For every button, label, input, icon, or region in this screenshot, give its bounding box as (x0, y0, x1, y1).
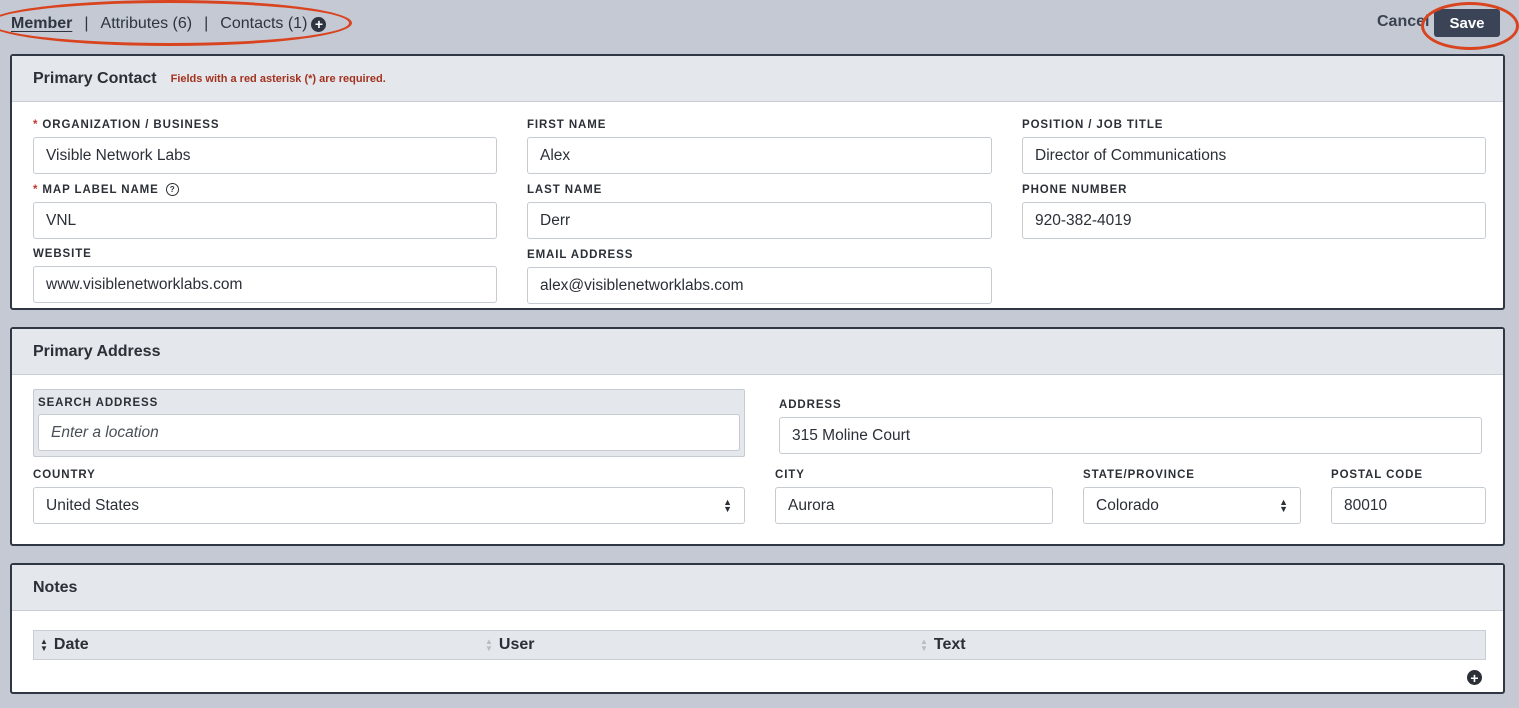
country-label: Country (33, 469, 96, 481)
address-input[interactable]: 315 Moline Court (779, 417, 1482, 454)
panel-title: Primary Address (33, 342, 161, 360)
search-address-input[interactable]: Enter a location (38, 414, 740, 451)
phone-label: Phone Number (1022, 184, 1128, 196)
panel-header: Primary Address (12, 329, 1503, 375)
column-user-label: User (498, 636, 535, 653)
email-field: Email Address alex@visiblenetworklabs.co… (527, 248, 992, 304)
website-label: Website (33, 248, 92, 260)
column-text[interactable]: ▲ ▼ Text (920, 636, 966, 654)
required-asterisk: * (33, 184, 39, 196)
website-field: Website www.visiblenetworklabs.com (33, 247, 497, 303)
position-label: Position / Job Title (1022, 119, 1164, 131)
email-input[interactable]: alex@visiblenetworklabs.com (527, 267, 992, 304)
phone-field: Phone Number 920-382-4019 (1022, 183, 1486, 239)
tab-contacts[interactable]: Contacts (1) (220, 15, 307, 33)
last-name-field: Last Name Derr (527, 183, 992, 239)
sort-icon: ▲ ▼ (40, 637, 48, 653)
organization-input[interactable]: Visible Network Labs (33, 137, 497, 174)
state-label: State/Province (1083, 469, 1195, 481)
search-address-label: Search Address (38, 397, 159, 409)
position-field: Position / Job Title Director of Communi… (1022, 118, 1486, 174)
panel-header: Notes (12, 565, 1503, 611)
sort-icon: ▲ ▼ (920, 637, 928, 653)
required-fields-note: Fields with a red asterisk (*) are requi… (170, 72, 386, 85)
address-field: Address 315 Moline Court (779, 398, 1482, 454)
country-value: United States (46, 496, 140, 514)
postal-code-label: Postal Code (1331, 469, 1423, 481)
sort-icon: ▲ ▼ (485, 637, 493, 653)
select-caret-icon: ▲ ▼ (723, 496, 732, 514)
save-button[interactable]: Save (1434, 9, 1500, 37)
tab-separator: | (84, 15, 89, 32)
tab-member[interactable]: Member (11, 15, 72, 33)
panel-header: Primary Contact Fields with a red asteri… (12, 56, 1503, 102)
city-field: City Aurora (775, 468, 1053, 524)
last-name-label: Last Name (527, 184, 603, 196)
add-note-icon[interactable]: + (1467, 670, 1482, 686)
address-label: Address (779, 399, 842, 411)
cancel-button[interactable]: Cancel (1377, 13, 1433, 31)
map-label-input[interactable]: VNL (33, 202, 497, 239)
help-icon[interactable]: ? (165, 183, 179, 196)
phone-input[interactable]: 920-382-4019 (1022, 202, 1486, 239)
organization-label: Organization / Business (42, 119, 220, 131)
column-date[interactable]: ▲ ▼ Date (40, 636, 89, 654)
panel-title: Primary Contact (33, 69, 157, 87)
required-asterisk: * (33, 119, 39, 131)
postal-code-field: Postal Code 80010 (1331, 468, 1486, 524)
tab-attributes[interactable]: Attributes (6) (101, 15, 193, 33)
position-input[interactable]: Director of Communications (1022, 137, 1486, 174)
last-name-input[interactable]: Derr (527, 202, 992, 239)
city-input[interactable]: Aurora (775, 487, 1053, 524)
state-value: Colorado (1096, 496, 1159, 514)
country-select[interactable]: United States ▲ ▼ (33, 487, 745, 524)
column-date-label: Date (53, 636, 89, 653)
column-text-label: Text (933, 636, 966, 653)
select-caret-icon: ▲ ▼ (1279, 496, 1288, 514)
first-name-input[interactable]: Alex (527, 137, 992, 174)
panel-title: Notes (33, 578, 78, 596)
primary-address-panel: Primary Address Search Address Enter a l… (10, 327, 1505, 546)
city-label: City (775, 469, 805, 481)
state-field: State/Province Colorado ▲ ▼ (1083, 468, 1301, 524)
add-contact-icon[interactable]: + (311, 16, 327, 32)
postal-code-input[interactable]: 80010 (1331, 487, 1486, 524)
notes-panel: Notes ▲ ▼ Date ▲ ▼ User ▲ ▼ Text + (10, 563, 1505, 694)
search-address-box: Search Address Enter a location (33, 389, 745, 457)
country-field: Country United States ▲ ▼ (33, 468, 745, 524)
email-label: Email Address (527, 249, 634, 261)
record-tabs: Member | Attributes (6) | Contacts (1) + (11, 10, 327, 38)
state-select[interactable]: Colorado ▲ ▼ (1083, 487, 1301, 524)
organization-field: * Organization / Business Visible Network… (33, 118, 497, 174)
column-user[interactable]: ▲ ▼ User (485, 636, 535, 654)
first-name-label: First Name (527, 119, 607, 131)
website-input[interactable]: www.visiblenetworklabs.com (33, 266, 497, 303)
tab-separator: | (204, 15, 209, 32)
first-name-field: First Name Alex (527, 118, 992, 174)
notes-table-header: ▲ ▼ Date ▲ ▼ User ▲ ▼ Text (33, 630, 1486, 660)
primary-contact-panel: Primary Contact Fields with a red asteri… (10, 54, 1505, 310)
map-label-field: * Map Label Name? VNL (33, 183, 497, 239)
map-label-label: Map Label Name (42, 184, 159, 196)
